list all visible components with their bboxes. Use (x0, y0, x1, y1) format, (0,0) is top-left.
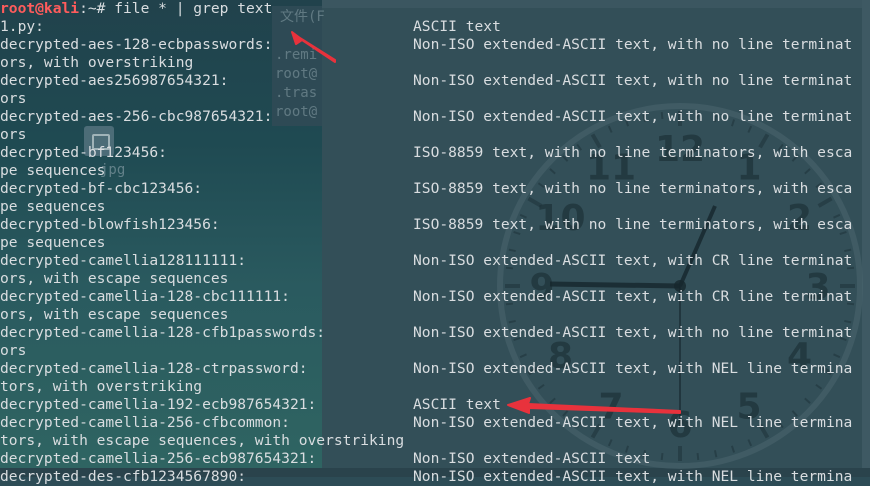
prompt-command: file * | grep text (105, 0, 273, 17)
file-name: decrypted-camellia-256-ecb987654321: (0, 450, 317, 467)
file-type: ISO-8859 text, with no line terminators,… (413, 144, 853, 161)
terminal-result-line: decrypted-camellia-128-ctrpassword: Non-I… (0, 360, 852, 378)
file-type: Non-ISO extended-ASCII text, with CR lin… (413, 288, 853, 305)
terminal-wrapped-line: pe sequences (0, 162, 106, 179)
file-name: decrypted-aes256987654321: (0, 72, 229, 89)
file-name: decrypted-camellia-128-cbc111111: (0, 288, 290, 305)
file-name: decrypted-bf-cbc123456: (0, 180, 203, 197)
file-type: Non-ISO extended-ASCII text, with no lin… (413, 108, 853, 125)
terminal-wrapped-line: pe sequences (0, 234, 106, 251)
file-type: Non-ISO extended-ASCII text, with NEL li… (413, 414, 853, 431)
file-name: decrypted-aes-128-ecbpasswords: (0, 36, 273, 53)
file-name: decrypted-aes-256-cbc987654321: (0, 108, 273, 125)
terminal-result-line: decrypted-camellia-256-cfbcommon: Non-ISO… (0, 414, 852, 432)
file-type: Non-ISO extended-ASCII text (413, 450, 651, 467)
file-name: decrypted-bf123456: (0, 144, 167, 161)
file-type: ISO-8859 text, with no line terminators,… (413, 180, 853, 197)
file-name: decrypted-camellia-128-ctrpassword: (0, 360, 308, 377)
terminal-result-line: decrypted-camellia128111111: Non-ISO exte… (0, 252, 852, 270)
file-name: decrypted-blowfish123456: (0, 216, 220, 233)
terminal-result-line: decrypted-camellia-128-cbc111111: Non-ISO… (0, 288, 852, 306)
file-type: Non-ISO extended-ASCII text, with NEL li… (413, 360, 853, 377)
terminal-result-line: decrypted-bf-cbc123456: ISO-8859 text, wi… (0, 180, 852, 198)
file-type: ASCII text (413, 396, 501, 413)
file-type: Non-ISO extended-ASCII text, with NEL li… (413, 468, 853, 485)
terminal-result-line: decrypted-aes-256-cbc987654321: Non-ISO e… (0, 108, 852, 126)
terminal-wrapped-line: pe sequences (0, 198, 106, 215)
file-name: 1.py: (0, 18, 44, 35)
file-type: Non-ISO extended-ASCII text, with no lin… (413, 36, 853, 53)
file-type: Non-ISO extended-ASCII text, with no lin… (413, 72, 853, 89)
file-type: ISO-8859 text, with no line terminators,… (413, 216, 853, 233)
terminal-prompt-line: root@kali:~# file * | grep text (0, 0, 272, 18)
terminal-result-line: decrypted-blowfish123456: ISO-8859 text, … (0, 216, 852, 234)
file-name: decrypted-camellia-192-ecb987654321: (0, 396, 317, 413)
terminal-wrapped-line: ors, with overstriking (0, 54, 194, 71)
terminal-result-line: decrypted-camellia-256-ecb987654321: Non-… (0, 450, 650, 468)
file-type: Non-ISO extended-ASCII text, with no lin… (413, 324, 853, 341)
terminal-result-line: decrypted-des-cfb1234567890: Non-ISO exte… (0, 468, 852, 486)
terminal-wrapped-line: ors (0, 90, 27, 107)
file-type: Non-ISO extended-ASCII text, with CR lin… (413, 252, 853, 269)
terminal-result-line: decrypted-bf123456: ISO-8859 text, with n… (0, 144, 852, 162)
terminal-wrapped-line: tors, with escape sequences, with overst… (0, 432, 405, 449)
terminal-wrapped-line: tors, with overstriking (0, 378, 203, 395)
terminal-result-line: decrypted-aes-128-ecbpasswords: Non-ISO e… (0, 36, 852, 54)
terminal-wrapped-line: ors (0, 126, 27, 143)
terminal-result-line: decrypted-camellia-128-cfb1passwords: Non… (0, 324, 852, 342)
terminal-result-line: decrypted-aes256987654321: Non-ISO extend… (0, 72, 852, 90)
file-name: decrypted-camellia128111111: (0, 252, 247, 269)
terminal-wrapped-line: ors (0, 342, 27, 359)
file-name: decrypted-camellia-256-cfbcommon: (0, 414, 290, 431)
terminal-result-line: decrypted-camellia-192-ecb987654321: ASCI… (0, 396, 501, 414)
terminal-output[interactable]: root@kali:~# file * | grep text 1.py: ASC… (0, 0, 870, 485)
terminal-wrapped-line: ors, with escape sequences (0, 270, 229, 287)
prompt-user-host: root@kali (0, 0, 80, 17)
file-name: decrypted-camellia-128-cfb1passwords: (0, 324, 326, 341)
terminal-wrapped-line: ors, with escape sequences (0, 306, 229, 323)
file-type: ASCII text (413, 18, 501, 35)
terminal-result-line: 1.py: ASCII text (0, 18, 501, 36)
prompt-path: :~# (79, 0, 106, 17)
